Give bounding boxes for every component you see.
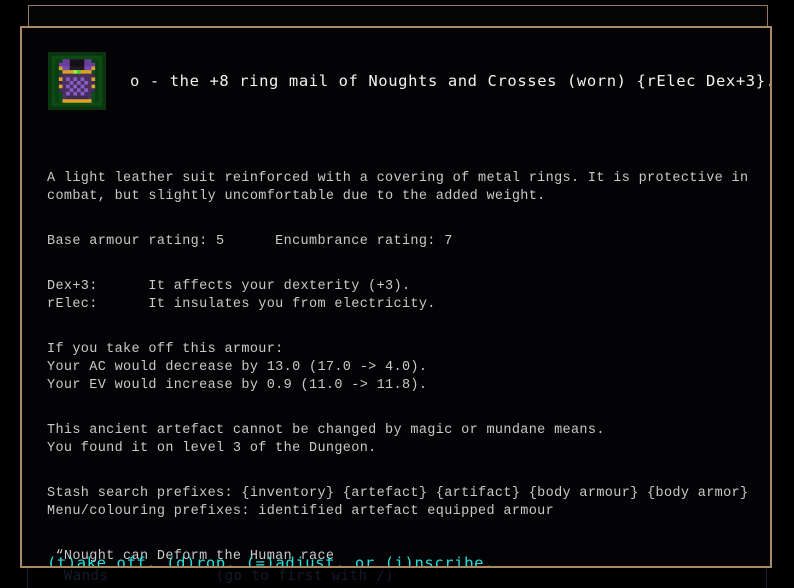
- takeoff-header: If you take off this armour:: [47, 342, 284, 357]
- item-header-row: o - the +8 ring mail of Noughts and Cros…: [48, 52, 772, 110]
- quote-line-2: Like to the Armours iron brace”: [47, 566, 762, 568]
- stash-search-prefixes: Stash search prefixes: {inventory} {arte…: [47, 486, 749, 501]
- action-prompt-line[interactable]: (t)ake off, (d)rop, (=)adjust, or (i)nsc…: [47, 554, 494, 566]
- item-description-popup: o - the +8 ring mail of Noughts and Cros…: [20, 26, 772, 568]
- property-line-dex: Dex+3: It affects your dexterity (+3).: [47, 279, 411, 294]
- description-line-2: combat, but slightly uncomfortable due t…: [47, 189, 546, 204]
- ring-mail-armour-icon: [48, 52, 106, 110]
- artefact-line-1: This ancient artefact cannot be changed …: [47, 423, 605, 438]
- menu-colouring-prefixes: Menu/colouring prefixes: identified arte…: [47, 504, 555, 519]
- artefact-line-2: You found it on level 3 of the Dungeon.: [47, 441, 377, 456]
- top-status-bar: [28, 5, 768, 28]
- item-title: o - the +8 ring mail of Noughts and Cros…: [130, 72, 772, 90]
- takeoff-ac-line: Your AC would decrease by 13.0 (17.0 -> …: [47, 360, 428, 375]
- item-description-body: A light leather suit reinforced with a c…: [47, 170, 762, 568]
- armour-ratings-line: Base armour rating: 5 Encumbrance rating…: [47, 234, 453, 249]
- property-line-relec: rElec: It insulates you from electricity…: [47, 297, 436, 312]
- takeoff-ev-line: Your EV would increase by 0.9 (11.0 -> 1…: [47, 378, 428, 393]
- description-line-1: A light leather suit reinforced with a c…: [47, 171, 749, 186]
- background-dim-line: Wands (go to first with /): [46, 568, 395, 584]
